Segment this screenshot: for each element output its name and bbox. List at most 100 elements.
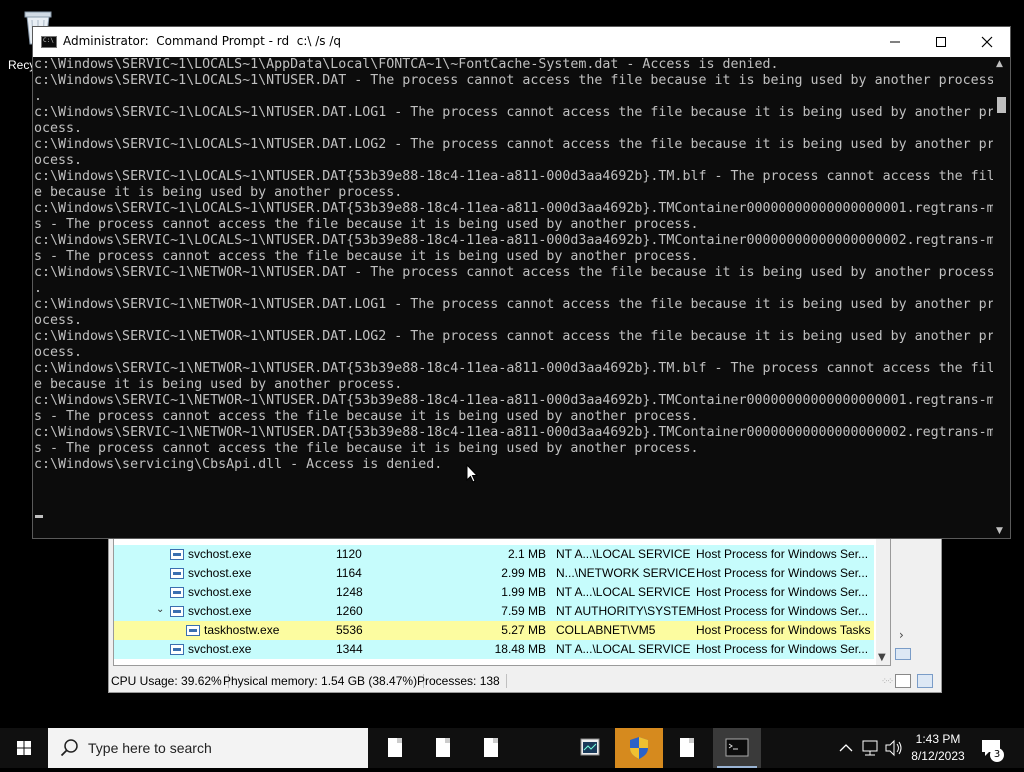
- process-pid: 1248: [336, 585, 363, 599]
- console-line: s - The process cannot access the file b…: [34, 409, 699, 424]
- process-description: Host Process for Windows Ser...: [696, 566, 869, 580]
- process-memory: 2.1 MB: [507, 547, 546, 561]
- process-explorer-icon: [580, 738, 600, 756]
- process-pid: 1164: [336, 566, 362, 580]
- process-name: svchost.exe: [188, 566, 252, 580]
- tree-toggle-icon[interactable]: ⌄: [156, 604, 164, 615]
- command-prompt-icon: [725, 738, 749, 757]
- maximize-button[interactable]: [918, 27, 964, 57]
- console-line: c:\Windows\SERVIC~1\NETWOR~1\NTUSER.DAT.…: [34, 329, 993, 344]
- console-line: c:\Windows\SERVIC~1\LOCALS~1\NTUSER.DAT.…: [34, 137, 993, 152]
- console-line: c:\Windows\SERVIC~1\LOCALS~1\NTUSER.DAT{…: [34, 233, 993, 248]
- taskbar-file-2[interactable]: [420, 728, 468, 768]
- process-name: svchost.exe: [188, 604, 252, 618]
- process-list-scrollbar[interactable]: ▼: [876, 539, 890, 665]
- window-title: Administrator: Command Prompt - rd c:\ /…: [63, 34, 341, 48]
- console-line: .: [34, 89, 43, 104]
- document-icon: [680, 738, 694, 757]
- network-icon: [862, 740, 878, 756]
- scroll-right-icon[interactable]: ›: [899, 628, 904, 642]
- process-row[interactable]: taskhostw.exe 5536 5.27 MB COLLABNET\VM5 Hos…: [114, 621, 874, 640]
- close-button[interactable]: [964, 27, 1010, 57]
- clock[interactable]: 1:43 PM 8/12/2023: [900, 731, 976, 765]
- console-line: ocess.: [34, 313, 83, 328]
- process-icon: [170, 606, 184, 617]
- scroll-up-icon[interactable]: ▲: [996, 59, 1003, 69]
- console-line: c:\Windows\SERVIC~1\LOCALS~1\NTUSER.DAT.…: [34, 105, 993, 120]
- taskbar-file-1[interactable]: [372, 728, 420, 768]
- clock-time: 1:43 PM: [915, 732, 961, 746]
- minimize-button[interactable]: [872, 27, 918, 57]
- console-line: c:\Windows\SERVIC~1\LOCALS~1\NTUSER.DAT{…: [34, 201, 993, 216]
- process-pid: 1260: [336, 604, 363, 618]
- document-icon: [436, 738, 450, 757]
- process-count: Processes: 138: [417, 674, 507, 688]
- notification-badge: 3: [990, 748, 1004, 762]
- process-row[interactable]: svchost.exe 1344 18.48 MB NT A...\LOCAL SER…: [114, 640, 874, 659]
- process-description: Host Process for Windows Tasks: [696, 623, 871, 637]
- process-user: NT A...\LOCAL SERVICE: [556, 547, 691, 561]
- taskbar-file-4[interactable]: [664, 728, 712, 768]
- console-text: c:\Windows\SERVIC~1\LOCALS~1\AppData\Loc…: [33, 57, 993, 473]
- process-row[interactable]: ⌄ svchost.exe 1260 7.59 MB NT AUTHORITY\SYST…: [114, 602, 874, 621]
- scrollbar-thumb[interactable]: [997, 97, 1006, 113]
- close-icon: [981, 36, 993, 48]
- view-icon[interactable]: [917, 674, 933, 688]
- process-pid: 1344: [336, 642, 363, 656]
- lower-pane-icon[interactable]: [895, 648, 911, 660]
- taskbar-file-3[interactable]: [468, 728, 516, 768]
- process-icon: [170, 568, 184, 579]
- network-tray-button[interactable]: [860, 728, 882, 768]
- action-center-button[interactable]: 3: [980, 738, 1004, 762]
- console-scrollbar[interactable]: ▲ ▼: [993, 57, 1010, 538]
- process-row[interactable]: svchost.exe 1120 2.1 MB NT A...\LOCAL SERVI…: [114, 545, 874, 564]
- console-line: c:\Windows\SERVIC~1\LOCALS~1\NTUSER.DAT …: [34, 73, 993, 88]
- cmd-app-icon[interactable]: [41, 36, 57, 48]
- process-name: taskhostw.exe: [204, 623, 280, 637]
- console-line: c:\Windows\SERVIC~1\LOCALS~1\NTUSER.DAT{…: [34, 169, 993, 184]
- document-icon: [484, 738, 498, 757]
- process-description: Host Process for Windows Ser...: [696, 642, 869, 656]
- taskbar: Type here to search 1:43 PM 8/12/2023 3: [0, 728, 1024, 768]
- console-line: s - The process cannot access the file b…: [34, 217, 699, 232]
- scroll-down-icon[interactable]: ▼: [996, 526, 1003, 536]
- console-line: ocess.: [34, 153, 83, 168]
- minimize-icon: [890, 41, 900, 43]
- process-user: NT A...\LOCAL SERVICE: [556, 585, 691, 599]
- status-bar: CPU Usage: 39.62% Physical memory: 1.54 …: [109, 670, 941, 692]
- search-box[interactable]: Type here to search: [48, 728, 368, 768]
- show-hidden-icons-button[interactable]: [836, 728, 856, 768]
- process-explorer-window[interactable]: svchost.exe 1120 2.1 MB NT A...\LOCAL SERVI…: [108, 533, 942, 693]
- title-bar[interactable]: Administrator: Command Prompt - rd c:\ /…: [33, 27, 1010, 57]
- console-line: e because it is being used by another pr…: [34, 377, 403, 392]
- maximize-icon: [936, 37, 946, 47]
- process-description: Host Process for Windows Ser...: [696, 585, 869, 599]
- process-list[interactable]: svchost.exe 1120 2.1 MB NT A...\LOCAL SERVI…: [113, 538, 891, 666]
- process-user: N...\NETWORK SERVICE: [556, 566, 696, 580]
- process-memory: 18.48 MB: [494, 642, 546, 656]
- physical-memory: Physical memory: 1.54 GB (38.47%): [223, 674, 425, 688]
- mouse-pointer-icon: [466, 464, 478, 483]
- command-prompt-window[interactable]: Administrator: Command Prompt - rd c:\ /…: [33, 27, 1010, 538]
- console-output[interactable]: c:\Windows\SERVIC~1\LOCALS~1\AppData\Loc…: [33, 57, 993, 538]
- taskbar-process-explorer[interactable]: [566, 728, 614, 768]
- taskbar-command-prompt[interactable]: [713, 728, 761, 768]
- console-line: c:\Windows\SERVIC~1\NETWOR~1\NTUSER.DAT{…: [34, 425, 993, 440]
- taskbar-shield-app[interactable]: [615, 728, 663, 768]
- clock-date: 8/12/2023: [911, 749, 965, 763]
- view-details-icon[interactable]: [895, 674, 911, 688]
- process-row[interactable]: svchost.exe 1164 2.99 MB N...\NETWORK SERVI…: [114, 564, 874, 583]
- chevron-up-icon: [839, 744, 853, 752]
- document-icon: [388, 738, 402, 757]
- process-icon: [170, 644, 184, 655]
- process-row[interactable]: svchost.exe 1248 1.99 MB NT A...\LOCAL SERV…: [114, 583, 874, 602]
- console-line: c:\Windows\SERVIC~1\NETWOR~1\NTUSER.DAT.…: [34, 297, 993, 312]
- process-name: svchost.exe: [188, 585, 252, 599]
- text-cursor: [35, 515, 43, 518]
- console-line: c:\Windows\servicing\CbsApi.dll - Access…: [34, 457, 443, 472]
- console-line: c:\Windows\SERVIC~1\LOCALS~1\AppData\Loc…: [34, 57, 779, 72]
- process-memory: 1.99 MB: [501, 585, 546, 599]
- process-name: svchost.exe: [188, 642, 252, 656]
- start-button[interactable]: [0, 728, 48, 768]
- scroll-down-icon[interactable]: ▼: [878, 652, 886, 663]
